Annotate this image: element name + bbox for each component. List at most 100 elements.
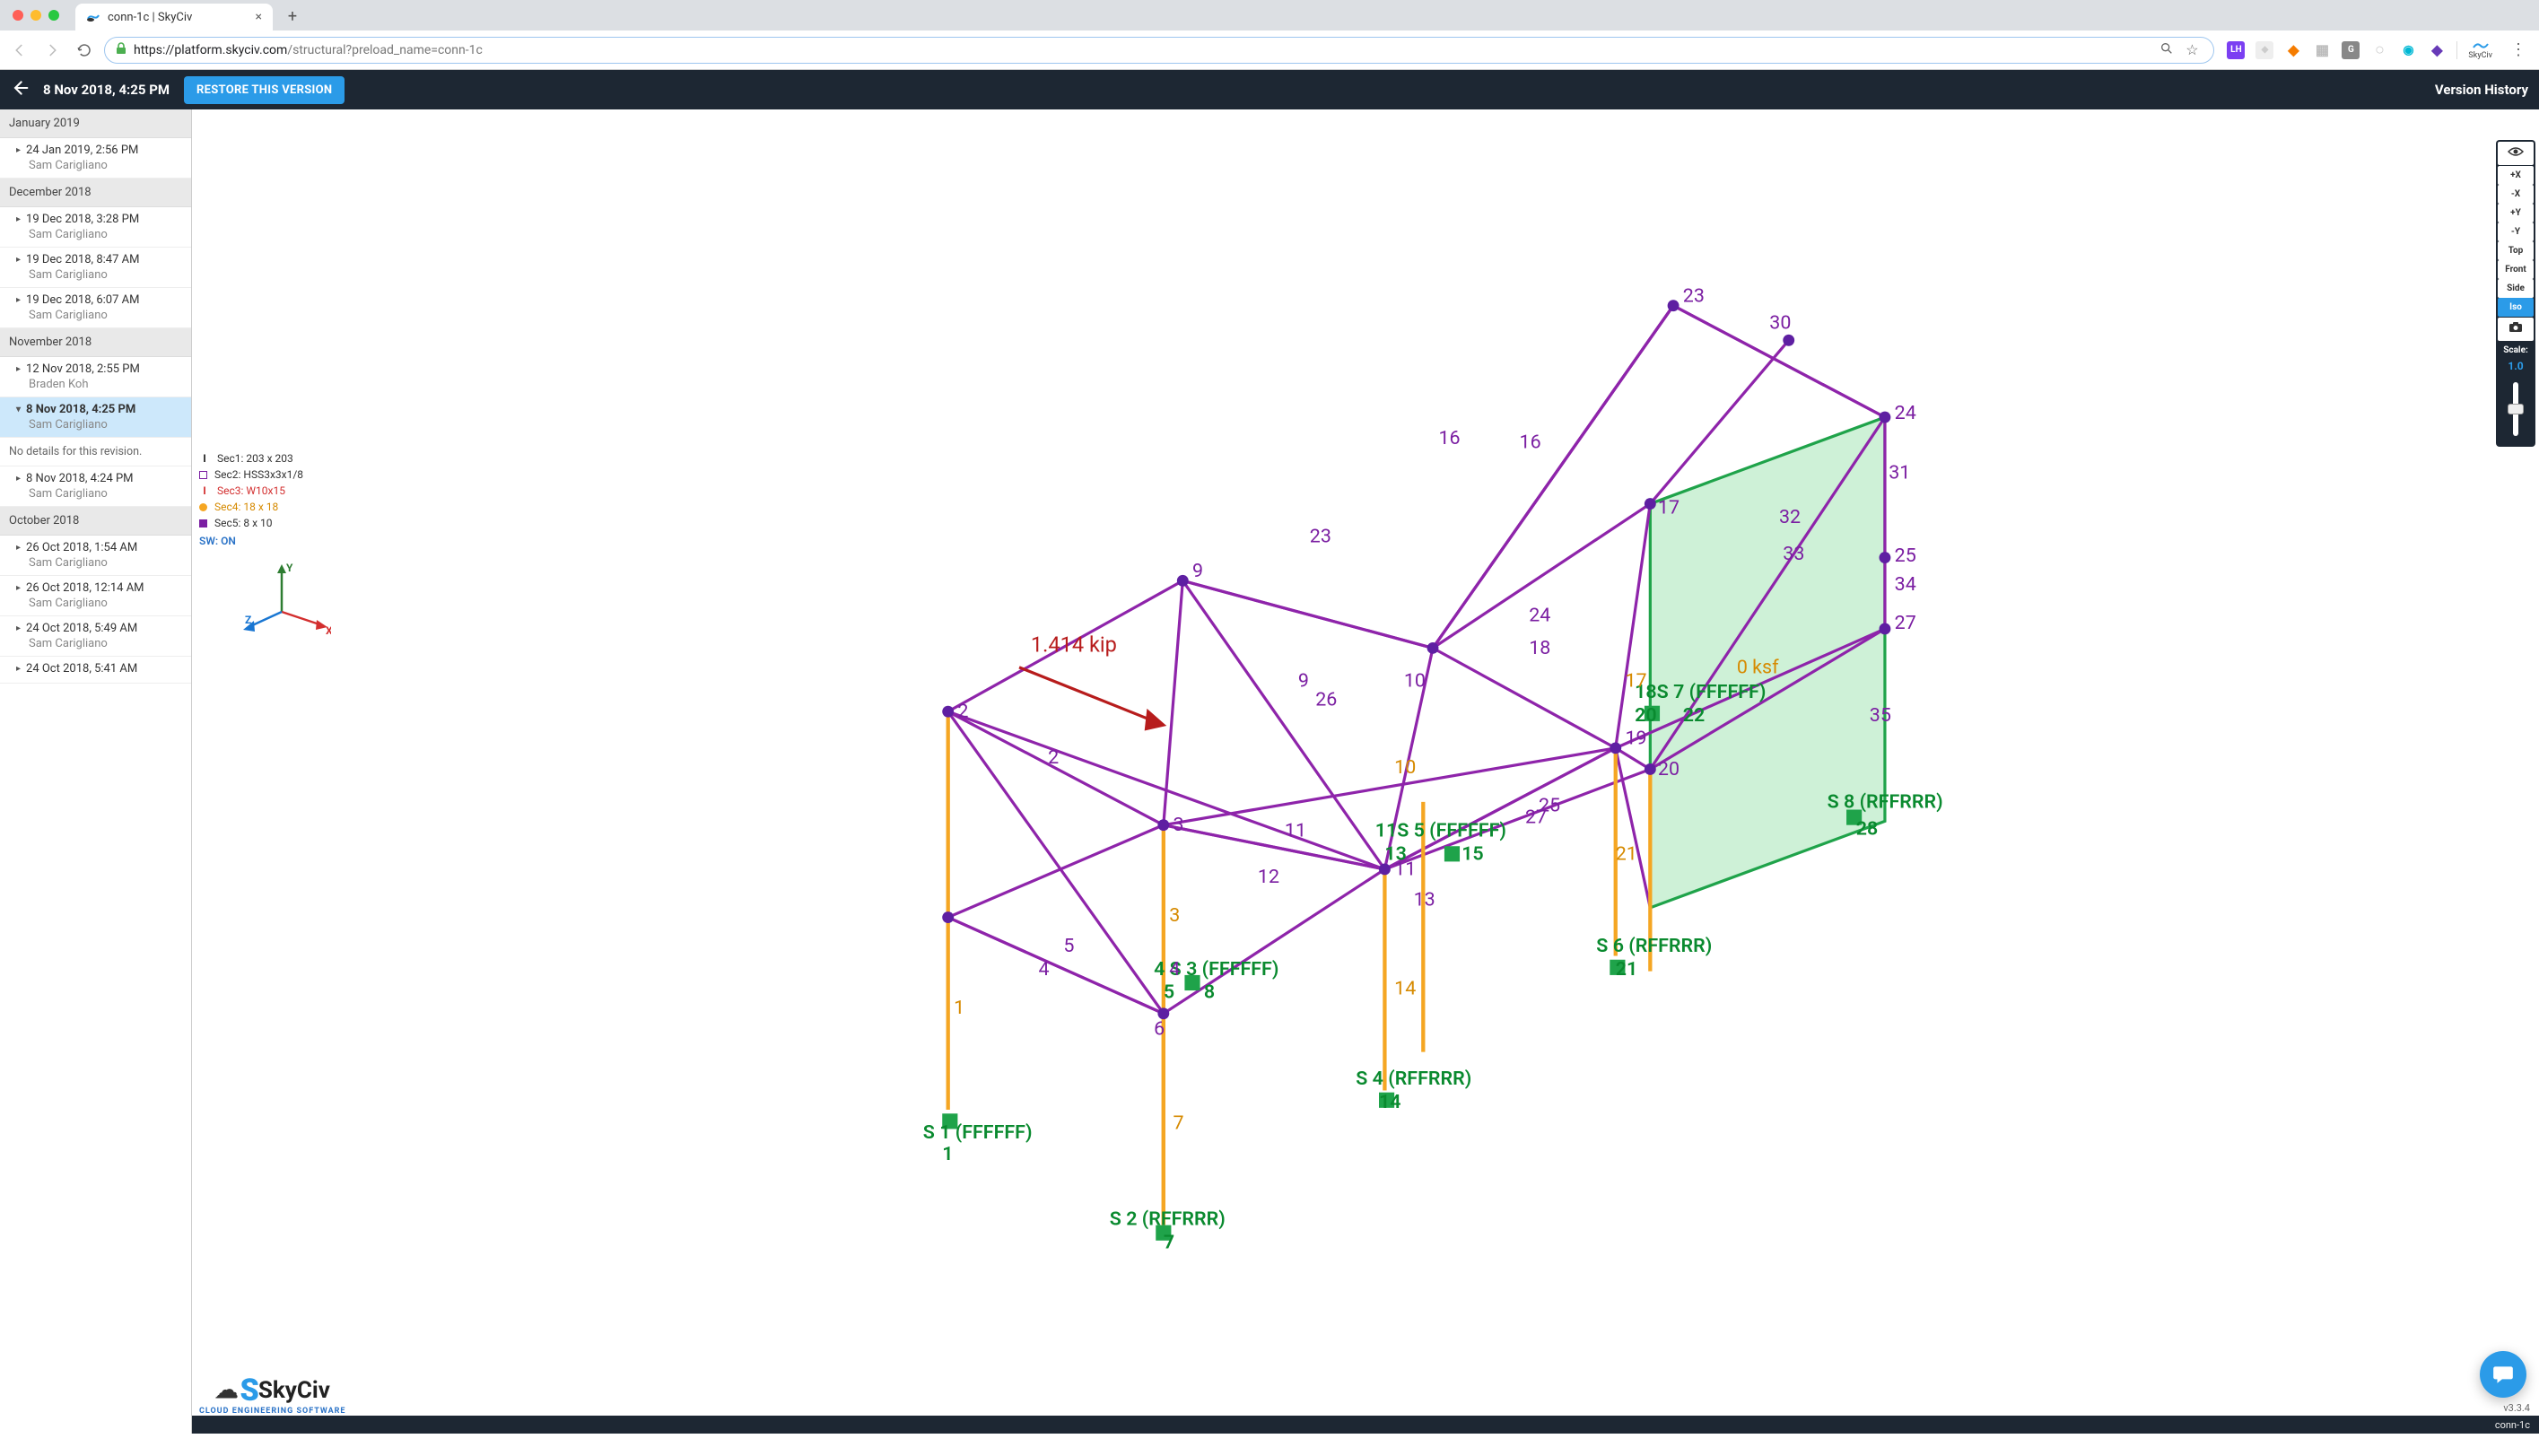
svg-text:9: 9 <box>1298 669 1309 692</box>
view-plusminus-y-button[interactable]: +Y <box>2498 204 2534 222</box>
nav-reload-button[interactable] <box>72 38 97 63</box>
revision-item[interactable]: 19 Dec 2018, 6:07 AMSam Carigliano <box>0 288 191 328</box>
chat-button[interactable] <box>2480 1351 2526 1398</box>
svg-text:21: 21 <box>1616 842 1637 865</box>
svg-text:13: 13 <box>1414 889 1435 911</box>
revision-author: Sam Carigliano <box>16 597 182 610</box>
svg-text:25: 25 <box>1539 795 1560 817</box>
svg-text:0 ksf: 0 ksf <box>1737 656 1779 678</box>
nav-back-button[interactable] <box>7 38 32 63</box>
svg-text:11S 5 (FFFFFF): 11S 5 (FFFFFF) <box>1375 820 1506 842</box>
revision-item[interactable]: 26 Oct 2018, 1:54 AMSam Carigliano <box>0 536 191 576</box>
window-zoom-icon[interactable] <box>48 10 59 21</box>
restore-version-button[interactable]: RESTORE THIS VERSION <box>184 76 345 104</box>
revision-item[interactable]: 12 Nov 2018, 2:55 PMBraden Koh <box>0 357 191 397</box>
browser-tab[interactable]: conn-1c | SkyCiv × <box>75 4 273 31</box>
revision-author: Sam Carigliano <box>16 228 182 241</box>
lock-icon <box>116 42 127 57</box>
revisions-sidebar[interactable]: January 201924 Jan 2019, 2:56 PMSam Cari… <box>0 109 192 1434</box>
svg-text:15: 15 <box>1461 842 1484 865</box>
svg-text:4: 4 <box>1169 958 1180 981</box>
svg-text:Z: Z <box>245 614 251 626</box>
svg-text:12: 12 <box>1258 866 1279 888</box>
view-minus-x-button[interactable]: -X <box>2498 185 2534 204</box>
new-tab-button[interactable]: + <box>282 5 303 27</box>
svg-text:34: 34 <box>1895 573 1916 596</box>
revision-item[interactable]: 8 Nov 2018, 4:25 PM Sam Carigliano <box>0 397 191 438</box>
revision-date: 8 Nov 2018, 4:25 PM <box>16 403 182 416</box>
version-history-title: Version History <box>2435 82 2528 98</box>
url-path: /structural?preload_name=conn-1c <box>287 43 482 57</box>
extension-8-icon[interactable]: ◆ <box>2428 41 2446 59</box>
svg-text:17: 17 <box>1625 669 1646 692</box>
header-back-button[interactable] <box>11 79 29 101</box>
view-camera-button[interactable] <box>2498 318 2534 341</box>
window-close-icon[interactable] <box>13 10 23 21</box>
view-visibility-button[interactable] <box>2498 142 2534 165</box>
svg-text:Y: Y <box>286 562 293 574</box>
view-iso-button[interactable]: Iso <box>2498 298 2534 317</box>
extension-5-icon[interactable]: G <box>2342 41 2360 59</box>
app-header: 8 Nov 2018, 4:25 PM RESTORE THIS VERSION… <box>0 70 2539 109</box>
svg-text:31: 31 <box>1889 462 1910 484</box>
extension-skyciv-icon[interactable]: SkyCiv <box>2468 40 2492 60</box>
svg-text:4: 4 <box>1038 958 1049 981</box>
view-front-button[interactable]: Front <box>2498 260 2534 279</box>
extension-6-icon[interactable]: ○ <box>2370 41 2388 59</box>
extension-3-icon[interactable]: ◆ <box>2284 41 2302 59</box>
svg-text:5: 5 <box>1164 981 1174 1004</box>
model-svg: 1.414 kip 0 ksf S 1 (FFFFFF) 1 S 2 (RFFR… <box>192 109 2539 1456</box>
tab-close-icon[interactable]: × <box>256 10 262 24</box>
scale-slider[interactable] <box>2513 382 2518 436</box>
svg-text:14: 14 <box>1379 1091 1401 1113</box>
svg-text:19: 19 <box>1625 728 1646 750</box>
svg-text:2: 2 <box>1048 746 1059 769</box>
svg-text:5: 5 <box>1063 935 1074 957</box>
view-top-button[interactable]: Top <box>2498 241 2534 260</box>
address-bar[interactable]: https://platform.skyciv.com/structural?p… <box>104 37 2214 64</box>
window-minimize-icon[interactable] <box>31 10 41 21</box>
extension-7-icon[interactable]: ◉ <box>2399 41 2417 59</box>
svg-text:10: 10 <box>1404 669 1426 692</box>
revision-author: Sam Carigliano <box>16 159 182 172</box>
view-controls-panel: +X-X+Y-YTopFrontSideIso Scale: 1.0 <box>2496 140 2535 447</box>
bookmark-star-icon[interactable]: ☆ <box>2181 41 2203 58</box>
nav-forward-button[interactable] <box>39 38 65 63</box>
revision-item[interactable]: 8 Nov 2018, 4:24 PMSam Carigliano <box>0 466 191 507</box>
revision-item[interactable]: 24 Jan 2019, 2:56 PMSam Carigliano <box>0 138 191 179</box>
revision-date: 26 Oct 2018, 12:14 AM <box>16 581 182 595</box>
svg-text:32: 32 <box>1779 506 1801 528</box>
axis-tripod-icon: Y X Z <box>232 562 331 643</box>
svg-text:6: 6 <box>1154 1017 1165 1040</box>
view-minus-y-button[interactable]: -Y <box>2498 222 2534 241</box>
svg-text:7: 7 <box>1164 1231 1174 1253</box>
model-canvas[interactable]: 1.414 kip 0 ksf S 1 (FFFFFF) 1 S 2 (RFFR… <box>192 109 2539 1434</box>
browser-menu-button[interactable]: ⋮ <box>2505 40 2532 59</box>
revision-month-header: October 2018 <box>0 507 191 536</box>
scale-label: Scale: <box>2498 342 2534 359</box>
svg-text:20: 20 <box>1658 758 1680 780</box>
revision-item[interactable]: 26 Oct 2018, 12:14 AM Sam Carigliano <box>0 576 191 616</box>
revision-item[interactable]: 24 Oct 2018, 5:49 AMSam Carigliano <box>0 616 191 657</box>
revision-author: Sam Carigliano <box>16 418 182 432</box>
view-side-button[interactable]: Side <box>2498 279 2534 298</box>
svg-text:28: 28 <box>1856 817 1879 840</box>
tab-favicon-icon <box>86 10 100 24</box>
revision-item[interactable]: 24 Oct 2018, 5:41 AM <box>0 657 191 684</box>
extension-4-icon[interactable]: ▦ <box>2313 41 2331 59</box>
svg-text:20: 20 <box>1635 704 1657 727</box>
revision-item[interactable]: 19 Dec 2018, 8:47 AMSam Carigliano <box>0 248 191 288</box>
svg-text:3: 3 <box>1169 904 1180 927</box>
revision-author: Sam Carigliano <box>16 268 182 282</box>
extension-icons: LH ◆ ◆ ▦ G ○ ◉ ◆ SkyCiv <box>2221 40 2498 60</box>
svg-text:23: 23 <box>1683 284 1705 307</box>
extension-2-icon[interactable]: ◆ <box>2255 41 2273 59</box>
extension-lh-icon[interactable]: LH <box>2227 41 2245 59</box>
revision-item[interactable]: 19 Dec 2018, 3:28 PMSam Carigliano <box>0 207 191 248</box>
svg-text:S 2 (RFFRRR): S 2 (RFFRRR) <box>1110 1208 1226 1231</box>
view-plusminus-x-button[interactable]: +X <box>2498 166 2534 185</box>
svg-text:17: 17 <box>1658 496 1680 519</box>
zoom-icon[interactable] <box>2156 41 2177 59</box>
svg-text:18: 18 <box>1529 637 1550 659</box>
revision-date: 8 Nov 2018, 4:24 PM <box>16 472 182 485</box>
